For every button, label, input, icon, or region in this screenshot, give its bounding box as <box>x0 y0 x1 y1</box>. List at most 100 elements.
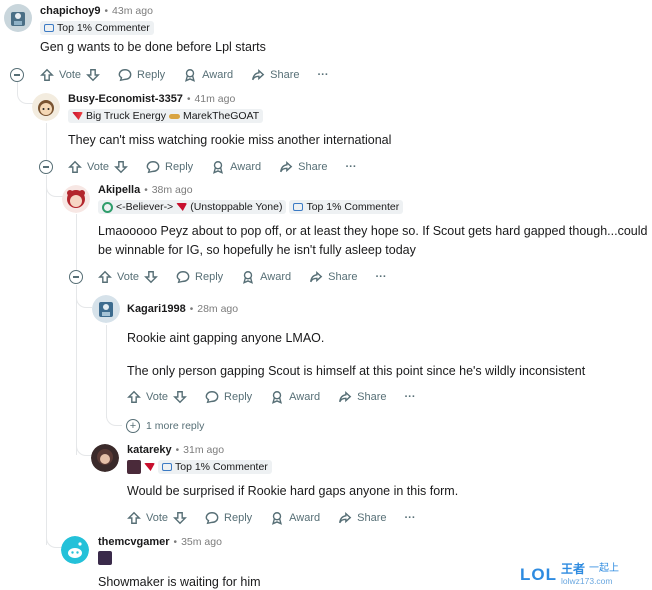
collapse-thread-button[interactable] <box>69 270 83 284</box>
vote-group: Vote <box>127 511 187 525</box>
username[interactable]: katareky <box>127 444 172 456</box>
timestamp[interactable]: 31m ago <box>183 444 224 456</box>
avatar-icon <box>32 93 60 121</box>
award-icon <box>272 512 283 525</box>
username[interactable]: Kagari1998 <box>127 303 186 315</box>
upvote-icon[interactable] <box>98 270 112 284</box>
more-options-button[interactable]: ··· <box>376 271 387 283</box>
upvote-icon[interactable] <box>127 390 141 404</box>
flair-row: Top 1% Commenter <box>127 460 272 474</box>
share-button[interactable]: Share <box>309 270 358 284</box>
downvote-icon[interactable] <box>144 270 158 284</box>
flair-row: <-Believer-> (Unstoppable Yone) Top 1% C… <box>98 200 404 214</box>
award-button[interactable]: Award <box>241 270 291 284</box>
award-icon <box>243 271 254 284</box>
share-button[interactable]: Share <box>251 68 300 82</box>
reply-label: Reply <box>224 391 253 403</box>
comment-icon <box>205 391 219 404</box>
avatar-icon <box>4 4 32 32</box>
downvote-icon[interactable] <box>173 390 187 404</box>
share-button[interactable]: Share <box>338 511 387 525</box>
upvote-icon[interactable] <box>127 511 141 525</box>
comment-body: Would be surprised if Rookie hard gaps a… <box>127 484 459 498</box>
award-label: Award <box>202 69 234 81</box>
username[interactable]: chapichoy9 <box>40 5 101 17</box>
thread-connector <box>76 430 92 456</box>
comment-body: Showmaker is waiting for him <box>98 575 261 589</box>
reply-button[interactable]: Reply <box>205 390 252 404</box>
comment-icon <box>205 512 219 525</box>
more-options-button[interactable]: ··· <box>405 512 416 524</box>
avatar-icon <box>62 185 90 213</box>
share-icon <box>339 512 352 524</box>
comment-meta: Kagari1998 • 28m ago <box>127 303 238 315</box>
watermark-lol: LOL <box>520 565 557 584</box>
reply-button[interactable]: Reply <box>176 270 223 284</box>
avatar[interactable] <box>32 93 60 121</box>
timestamp[interactable]: 43m ago <box>112 5 153 17</box>
reply-button[interactable]: Reply <box>118 68 165 82</box>
timestamp[interactable]: 38m ago <box>152 184 193 196</box>
user-flair: <-Believer-> (Unstoppable Yone) <box>98 200 287 214</box>
collapse-thread-button[interactable] <box>39 160 53 174</box>
downvote-icon[interactable] <box>173 511 187 525</box>
comment-icon <box>176 271 190 284</box>
comment-actions: Vote Reply Award Share ··· <box>127 511 434 525</box>
thread-line <box>106 325 107 418</box>
snoo-avatar-icon <box>61 536 89 564</box>
reply-button[interactable]: Reply <box>205 511 252 525</box>
award-button[interactable]: Award <box>270 511 320 525</box>
separator: • <box>175 444 180 456</box>
award-button[interactable]: Award <box>211 160 261 174</box>
user-flair: Top 1% Commenter <box>289 200 404 214</box>
username[interactable]: Akipella <box>98 184 140 196</box>
comment-icon <box>146 161 160 174</box>
upvote-icon[interactable] <box>68 160 82 174</box>
share-label: Share <box>270 69 300 81</box>
comment-body: The only person gapping Scout is himself… <box>127 364 586 378</box>
award-label: Award <box>289 512 321 524</box>
vote-label: Vote <box>87 161 110 173</box>
more-options-icon: ··· <box>317 69 329 81</box>
comment-actions: Vote Reply Award Share ··· <box>127 390 434 404</box>
award-icon <box>213 161 224 174</box>
more-options-icon: ··· <box>345 161 357 173</box>
avatar[interactable] <box>92 295 120 323</box>
award-button[interactable]: Award <box>270 390 320 404</box>
more-options-button[interactable]: ··· <box>346 161 357 173</box>
avatar[interactable] <box>4 4 32 32</box>
downvote-icon[interactable] <box>86 68 100 82</box>
more-options-button[interactable]: ··· <box>318 69 329 81</box>
collapse-thread-button[interactable] <box>10 68 24 82</box>
username[interactable]: themcvgamer <box>98 536 170 548</box>
flair-row: Big Truck Energy MarekTheGOAT <box>68 109 264 123</box>
vote-group: Vote <box>40 68 100 82</box>
award-button[interactable]: Award <box>183 68 233 82</box>
timestamp[interactable]: 35m ago <box>181 536 222 548</box>
award-label: Award <box>289 391 321 403</box>
top-commenter-icon <box>293 203 304 211</box>
share-button[interactable]: Share <box>338 390 387 404</box>
avatar[interactable] <box>61 536 89 564</box>
timestamp[interactable]: 28m ago <box>197 303 238 315</box>
team-logo-icon <box>102 201 113 213</box>
share-icon <box>280 161 293 173</box>
avatar[interactable] <box>91 444 119 472</box>
downvote-icon[interactable] <box>114 160 128 174</box>
comment-meta: Busy-Economist-3357 • 41m ago <box>68 93 235 105</box>
more-options-icon: ··· <box>375 271 387 283</box>
avatar-icon <box>92 295 120 323</box>
username[interactable]: Busy-Economist-3357 <box>68 93 183 105</box>
avatar[interactable] <box>62 185 90 213</box>
upvote-icon[interactable] <box>40 68 54 82</box>
more-options-button[interactable]: ··· <box>405 391 416 403</box>
timestamp[interactable]: 41m ago <box>194 93 235 105</box>
reply-button[interactable]: Reply <box>146 160 193 174</box>
share-button[interactable]: Share <box>279 160 328 174</box>
user-flair: Top 1% Commenter <box>158 460 272 474</box>
comment-actions: Vote Reply Award Share ··· <box>98 270 405 284</box>
user-flair: Top 1% Commenter <box>40 21 154 35</box>
team-logo-icon <box>144 463 155 471</box>
more-replies-link[interactable]: + 1 more reply <box>126 419 204 433</box>
comment-meta: themcvgamer • 35m ago <box>98 536 222 548</box>
